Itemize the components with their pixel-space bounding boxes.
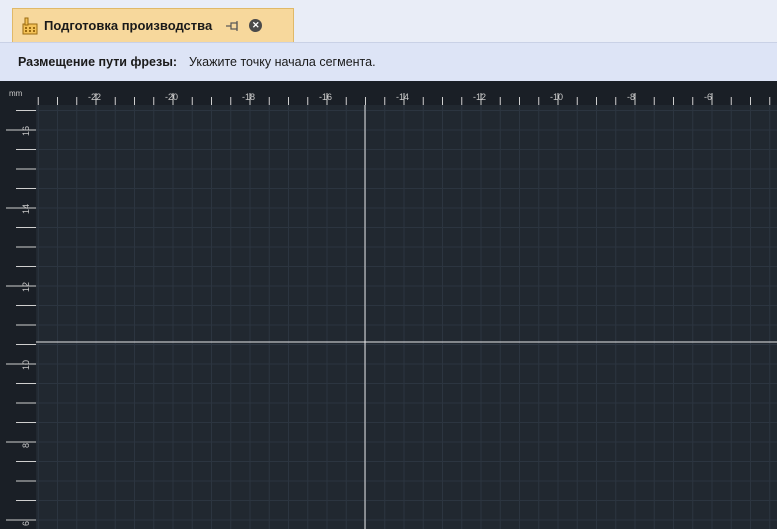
ruler-label-x: -20 bbox=[165, 92, 178, 102]
close-icon[interactable]: ✕ bbox=[249, 19, 263, 32]
document-tab-strip: Подготовка производства ✕ bbox=[0, 0, 777, 42]
prompt-instruction: Укажите точку начала сегмента. bbox=[189, 55, 376, 69]
prompt-label: Размещение пути фрезы: bbox=[18, 55, 178, 69]
drawing-canvas[interactable]: -22 -20 -18 -16 -14 -12 -10 -8 -6 16 14 12 10 8 6 mm bbox=[0, 81, 777, 529]
ruler-label-y: 16 bbox=[21, 126, 31, 136]
ruler-label-x: -14 bbox=[396, 92, 409, 102]
command-prompt-bar: Размещение пути фрезы: Укажите точку нач… bbox=[0, 42, 777, 81]
ruler-unit: mm bbox=[9, 89, 23, 98]
ruler-label-y: 6 bbox=[21, 521, 31, 526]
ruler-label-x: -18 bbox=[242, 92, 255, 102]
ruler-label-y: 14 bbox=[21, 204, 31, 214]
tab-title: Подготовка производства bbox=[44, 18, 213, 33]
pin-icon[interactable] bbox=[226, 20, 239, 31]
ruler-label-x: -12 bbox=[473, 92, 486, 102]
ruler-label-x: -10 bbox=[550, 92, 563, 102]
ruler-label-x: -8 bbox=[627, 92, 635, 102]
horizontal-ruler bbox=[0, 81, 777, 105]
ruler-label-y: 8 bbox=[21, 443, 31, 448]
grid-lines bbox=[36, 105, 777, 529]
ruler-label-x: -16 bbox=[319, 92, 332, 102]
factory-icon bbox=[22, 17, 38, 35]
ruler-label-y: 10 bbox=[21, 360, 31, 370]
tab-manufacturing-prep[interactable]: Подготовка производства ✕ bbox=[12, 8, 294, 42]
ruler-label-x: -22 bbox=[88, 92, 101, 102]
canvas-svg[interactable]: -22 -20 -18 -16 -14 -12 -10 -8 -6 16 14 12 10 8 6 mm bbox=[0, 81, 777, 529]
ruler-label-y: 12 bbox=[21, 282, 31, 292]
ruler-label-x: -6 bbox=[704, 92, 712, 102]
